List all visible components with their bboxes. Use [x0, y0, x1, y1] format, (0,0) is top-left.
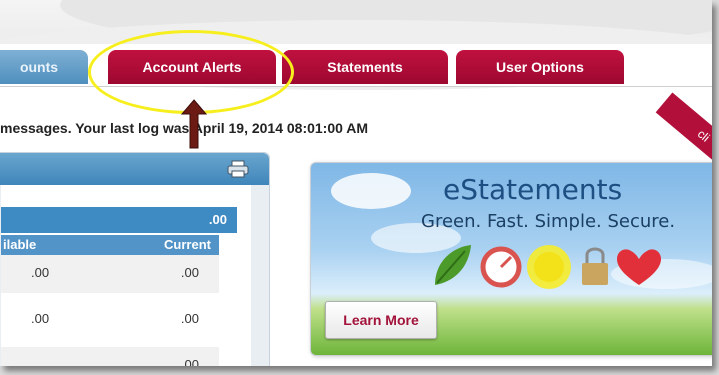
tab-statements[interactable]: Statements — [282, 50, 448, 84]
estatements-banner[interactable]: eStatements Green. Fast. Simple. Secure. — [310, 162, 712, 356]
tab-user-options-label: User Options — [496, 59, 584, 75]
accounts-table: .00 ilable Current .00 .00 .00 .00 .00 — [1, 185, 251, 366]
arrow-up-icon — [180, 99, 208, 149]
cloud — [331, 173, 411, 209]
printer-icon[interactable] — [227, 160, 249, 178]
available-value: .00 — [31, 311, 50, 326]
learn-more-button[interactable]: Learn More — [325, 301, 437, 339]
column-current: Current — [164, 237, 211, 252]
current-value: .00 — [180, 311, 199, 326]
sun-icon — [527, 245, 571, 289]
accounts-column-header: ilable Current — [1, 235, 219, 255]
accounts-total-value: .00 — [208, 212, 227, 227]
current-value: .00 — [180, 357, 199, 366]
column-available: ilable — [3, 237, 37, 252]
tab-accounts-label: ounts — [19, 59, 59, 75]
current-value: .00 — [180, 265, 199, 280]
banner-subtitle: Green. Fast. Simple. Secure. — [421, 211, 676, 232]
browser-page: ounts Account Alerts Statements User Opt… — [0, 0, 712, 366]
corner-ribbon-label: cli — [694, 126, 712, 145]
available-value: .00 — [31, 265, 50, 280]
lock-icon — [582, 247, 608, 285]
tab-statements-label: Statements — [327, 59, 403, 75]
table-row[interactable]: .00 .00 — [1, 255, 219, 293]
heart-icon — [617, 249, 661, 285]
accounts-total-row: .00 — [1, 207, 237, 233]
benefit-icons — [435, 245, 661, 289]
banner-title: eStatements — [443, 173, 623, 206]
leaf-icon — [435, 245, 471, 285]
tab-user-options[interactable]: User Options — [456, 50, 624, 84]
gauge-icon — [480, 246, 522, 288]
table-row[interactable]: .00 .00 — [1, 301, 219, 339]
table-row[interactable]: .00 — [1, 347, 219, 366]
accounts-panel: .00 ilable Current .00 .00 .00 .00 .00 — [0, 152, 270, 366]
accounts-panel-header — [0, 153, 269, 185]
tab-accounts[interactable]: ounts — [0, 50, 88, 84]
